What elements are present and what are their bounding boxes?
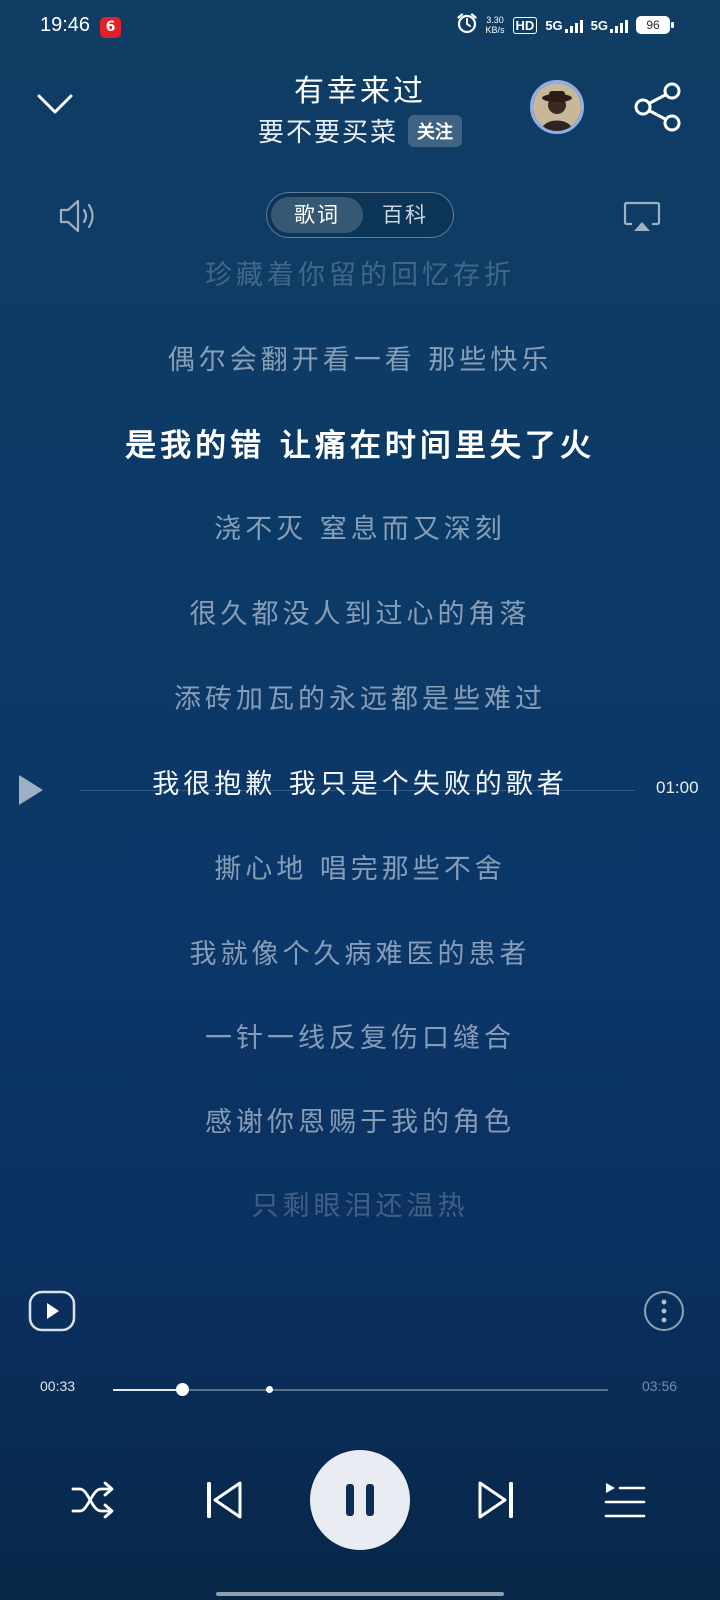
sim1-signal: 5G — [545, 18, 583, 33]
playlist-icon — [604, 1483, 646, 1518]
status-time: 19:46 — [40, 14, 91, 36]
airplay-icon — [623, 201, 661, 231]
tab-switcher: 歌词 百科 — [266, 192, 454, 238]
shuffle-icon — [71, 1481, 114, 1519]
network-speed: 3.30 KB/s — [485, 15, 505, 35]
artist-name[interactable]: 要不要买菜 — [258, 112, 398, 149]
netease-app-icon: 6 — [100, 17, 121, 38]
lyric-line[interactable]: 撕心地 唱完那些不舍 — [0, 847, 720, 886]
pause-icon — [346, 1484, 374, 1516]
previous-button[interactable] — [204, 1478, 244, 1526]
total-time: 03:56 — [642, 1378, 678, 1394]
follow-button[interactable]: 关注 — [408, 114, 462, 147]
playlist-button[interactable] — [604, 1480, 646, 1524]
airplay-button[interactable] — [622, 200, 662, 238]
progress-slider[interactable] — [113, 1383, 608, 1396]
lyric-line[interactable]: 珍藏着你留的回忆存折 — [0, 253, 720, 292]
tab-lyrics[interactable]: 歌词 — [271, 197, 363, 233]
progress-fill — [113, 1389, 183, 1391]
home-indicator[interactable] — [216, 1592, 504, 1596]
volume-button[interactable] — [58, 197, 100, 239]
alarm-icon — [456, 12, 478, 38]
tab-encyclopedia[interactable]: 百科 — [359, 197, 451, 233]
lyric-line-current[interactable]: 是我的错 让痛在时间里失了火 — [0, 420, 720, 465]
lyric-line[interactable]: 添砖加瓦的永远都是些难过 — [0, 677, 720, 716]
lyric-line-selected[interactable]: 我很抱歉 我只是个失败的歌者 — [0, 762, 720, 801]
lyric-line[interactable]: 感谢你恩赐于我的角色 — [0, 1100, 720, 1139]
skip-previous-icon — [207, 1481, 242, 1519]
lyric-line[interactable]: 偶尔会翻开看一看 那些快乐 — [0, 338, 720, 377]
lyric-seek-time: 01:00 — [656, 778, 699, 797]
sim2-signal: 5G — [591, 18, 628, 33]
shuffle-button[interactable] — [70, 1478, 116, 1526]
share-button[interactable] — [634, 82, 684, 136]
progress-thumb[interactable] — [176, 1383, 190, 1396]
signal-bars-icon — [564, 19, 583, 33]
video-button[interactable] — [28, 1290, 76, 1336]
lyric-position-marker — [265, 1386, 273, 1393]
volume-icon — [59, 199, 94, 233]
more-vertical-icon — [644, 1291, 684, 1331]
lyric-line[interactable]: 我就像个久病难医的患者 — [0, 932, 720, 971]
pause-button[interactable] — [310, 1450, 410, 1550]
artist-row: 要不要买菜 关注 — [0, 112, 720, 149]
share-icon — [634, 82, 681, 132]
more-button[interactable] — [643, 1290, 685, 1336]
current-time: 00:33 — [40, 1378, 76, 1394]
status-icons: 3.30 KB/s HD 5G 5G 96 — [456, 12, 674, 38]
lyric-line[interactable]: 只剩眼泪还温热 — [0, 1184, 720, 1223]
skip-next-icon — [478, 1481, 513, 1519]
signal-bars-icon — [610, 19, 628, 33]
hd-icon: HD — [512, 16, 538, 34]
battery-icon: 96 — [636, 16, 674, 34]
video-play-icon — [28, 1290, 76, 1332]
song-title: 有幸来过 — [294, 74, 426, 109]
lyric-line[interactable]: 浇不灭 窒息而又深刻 — [0, 507, 720, 546]
lyric-line[interactable]: 很久都没人到过心的角落 — [0, 592, 720, 631]
artist-avatar[interactable] — [530, 80, 584, 134]
next-button[interactable] — [476, 1478, 516, 1526]
lyric-line[interactable]: 一针一线反复伤口缝合 — [0, 1016, 720, 1055]
